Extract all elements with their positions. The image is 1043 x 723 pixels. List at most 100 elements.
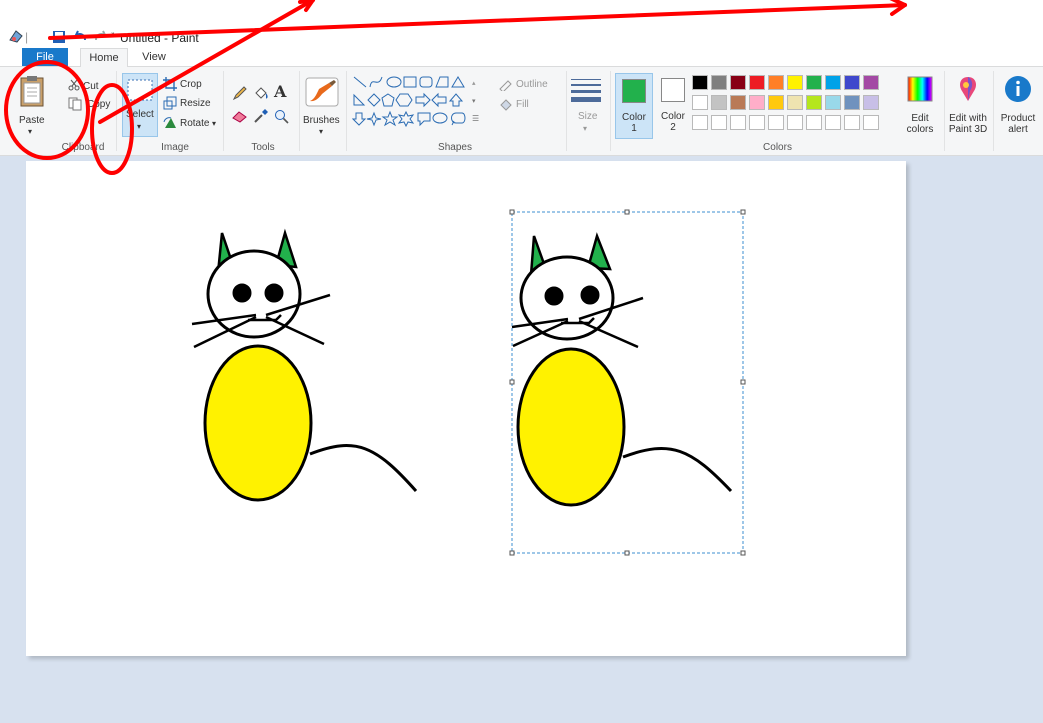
paint-app-icon[interactable] — [8, 28, 24, 44]
title-separator: | — [25, 30, 29, 44]
outline-label[interactable]: Outline — [516, 79, 548, 90]
palette-swatch[interactable] — [825, 75, 841, 90]
palette-swatch[interactable] — [863, 75, 879, 90]
resize-icon[interactable] — [163, 96, 177, 110]
palette-swatch[interactable] — [711, 95, 727, 110]
palette-swatch[interactable] — [806, 115, 822, 130]
copy-icon[interactable] — [68, 97, 82, 111]
select-button[interactable]: Select ▾ — [122, 73, 158, 137]
rotate-label[interactable]: Rotate — [180, 118, 209, 129]
chevron-down-icon[interactable]: ▾ — [212, 118, 216, 129]
palette-swatch[interactable] — [863, 115, 879, 130]
palette-swatch[interactable] — [787, 75, 803, 90]
copy-label[interactable]: Copy — [87, 99, 110, 110]
tab-home[interactable]: Home — [80, 48, 128, 67]
color1-swatch — [622, 79, 646, 103]
fill-icon[interactable] — [498, 97, 514, 111]
color-picker-icon[interactable] — [253, 108, 269, 124]
pencil-icon[interactable] — [232, 85, 248, 101]
selection-icon — [127, 79, 153, 101]
rotate-icon[interactable] — [163, 116, 177, 130]
selection-handle[interactable] — [624, 209, 630, 215]
palette-swatch[interactable] — [825, 95, 841, 110]
tab-view[interactable]: View — [132, 48, 176, 66]
selection-handle[interactable] — [509, 209, 515, 215]
ribbon-divider — [299, 71, 300, 151]
product-alert-label: Product alert — [1000, 113, 1036, 135]
ribbon: Paste ▾ Cut Copy Clipboard Select ▾ Crop… — [0, 67, 1043, 156]
outline-icon[interactable] — [498, 77, 512, 91]
color-spectrum-icon — [907, 76, 933, 102]
text-tool-icon[interactable]: A — [274, 82, 286, 101]
palette-swatch[interactable] — [768, 95, 784, 110]
color1-button[interactable]: Color 1 — [615, 73, 653, 139]
cut-label[interactable]: Cut — [83, 81, 99, 92]
selection-handle[interactable] — [624, 550, 630, 556]
colors-group-label: Colors — [763, 142, 792, 153]
ribbon-divider — [566, 71, 567, 151]
color2-button[interactable]: Color 2 — [656, 73, 690, 139]
save-icon[interactable] — [52, 30, 66, 44]
drawing-canvas[interactable] — [26, 161, 906, 656]
palette-swatch[interactable] — [692, 95, 708, 110]
palette-swatch[interactable] — [711, 75, 727, 90]
fill-label[interactable]: Fill — [516, 99, 529, 110]
palette-swatch[interactable] — [749, 75, 765, 90]
palette-swatch[interactable] — [787, 115, 803, 130]
palette-swatch[interactable] — [692, 115, 708, 130]
product-alert-button[interactable]: Product alert — [996, 73, 1040, 139]
selection-handle[interactable] — [740, 550, 746, 556]
fill-bucket-icon[interactable] — [253, 85, 269, 101]
crop-label[interactable]: Crop — [180, 79, 202, 90]
size-button[interactable]: Size ▾ — [570, 73, 602, 139]
brush-icon — [305, 77, 339, 107]
palette-swatch[interactable] — [806, 75, 822, 90]
selection-handle[interactable] — [740, 379, 746, 385]
quick-access-dropdown[interactable]: ⩡ — [110, 30, 116, 41]
color1-label: Color 1 — [622, 112, 646, 134]
size-label: Size — [578, 111, 598, 122]
redo-icon[interactable] — [93, 29, 109, 43]
palette-swatch[interactable] — [844, 75, 860, 90]
paste-icon — [20, 76, 44, 107]
edit-with-paint3d-button[interactable]: Edit with Paint 3D — [946, 73, 990, 139]
ribbon-divider — [223, 71, 224, 151]
palette-swatch[interactable] — [730, 115, 746, 130]
info-icon — [1005, 76, 1031, 102]
undo-icon[interactable] — [72, 29, 88, 43]
color2-label: Color 2 — [661, 111, 685, 133]
selection-handle[interactable] — [509, 379, 515, 385]
cut-icon[interactable] — [68, 79, 80, 91]
palette-swatch[interactable] — [844, 95, 860, 110]
palette-swatch[interactable] — [749, 115, 765, 130]
window-title: Untitled - Paint — [120, 31, 199, 45]
select-label: Select — [126, 109, 154, 120]
color2-swatch — [661, 78, 685, 102]
brushes-button[interactable]: Brushes ▾ — [302, 71, 342, 137]
paste-button[interactable]: Paste ▾ — [6, 71, 56, 137]
title-bar: | ⩡ Untitled - Paint — [0, 0, 1043, 48]
crop-icon[interactable] — [163, 77, 177, 91]
paste-label: Paste — [19, 115, 45, 126]
palette-swatch[interactable] — [806, 95, 822, 110]
magnifier-icon[interactable] — [274, 109, 290, 125]
palette-swatch[interactable] — [863, 95, 879, 110]
palette-swatch[interactable] — [730, 75, 746, 90]
shapes-gallery[interactable]: ▴ ▾ ☰ — [352, 73, 482, 127]
palette-swatch[interactable] — [730, 95, 746, 110]
selection-handle[interactable] — [509, 550, 515, 556]
palette-swatch[interactable] — [768, 115, 784, 130]
palette-swatch[interactable] — [825, 115, 841, 130]
svg-text:▾: ▾ — [472, 98, 476, 105]
eraser-icon[interactable] — [232, 109, 248, 123]
palette-swatch[interactable] — [787, 95, 803, 110]
palette-swatch[interactable] — [749, 95, 765, 110]
palette-swatch[interactable] — [768, 75, 784, 90]
palette-swatch[interactable] — [844, 115, 860, 130]
resize-label[interactable]: Resize — [180, 98, 211, 109]
palette-swatch[interactable] — [711, 115, 727, 130]
edit-colors-button[interactable]: Edit colors — [900, 73, 940, 139]
palette-swatch[interactable] — [692, 75, 708, 90]
selection-handle[interactable] — [740, 209, 746, 215]
tab-file[interactable]: File — [22, 48, 68, 66]
